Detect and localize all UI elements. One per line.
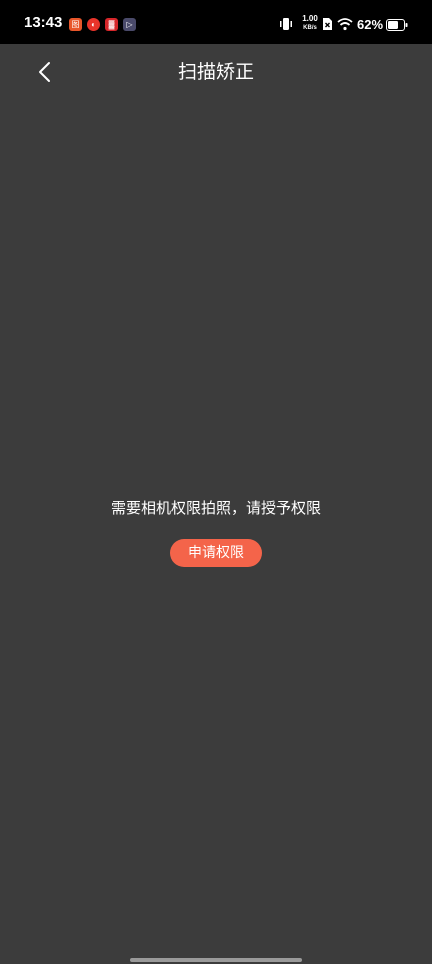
status-bar: 13:43 图 ◐ ▓ ▷ 1.00 KB/s 62%	[0, 0, 432, 44]
notification-app-icon: 图	[69, 18, 82, 31]
request-permission-button[interactable]: 申请权限	[170, 539, 262, 567]
back-button[interactable]	[28, 56, 60, 88]
notification-app-icon: ▷	[123, 18, 136, 31]
notification-app-icon: ◐	[87, 18, 100, 31]
title-bar: 扫描矫正	[0, 44, 432, 100]
page-title: 扫描矫正	[177, 61, 254, 83]
battery-icon	[386, 19, 408, 31]
gesture-navigation-bar[interactable]	[130, 958, 302, 962]
battery-percent: 62%	[357, 17, 384, 32]
network-speed: 1.00 KB/s	[302, 14, 318, 32]
wifi-icon	[337, 18, 353, 31]
permission-message: 需要相机权限拍照，请授予权限	[110, 499, 321, 517]
sim-card-icon	[323, 18, 332, 30]
camera-permission-screen: 13:43 图 ◐ ▓ ▷ 1.00 KB/s 62% 扫描矫正 需要相机权限拍…	[0, 0, 432, 964]
notification-app-icon: ▓	[105, 18, 118, 31]
vibrate-icon	[280, 18, 292, 30]
chevron-left-icon	[39, 62, 50, 82]
status-time: 13:43	[24, 14, 63, 31]
